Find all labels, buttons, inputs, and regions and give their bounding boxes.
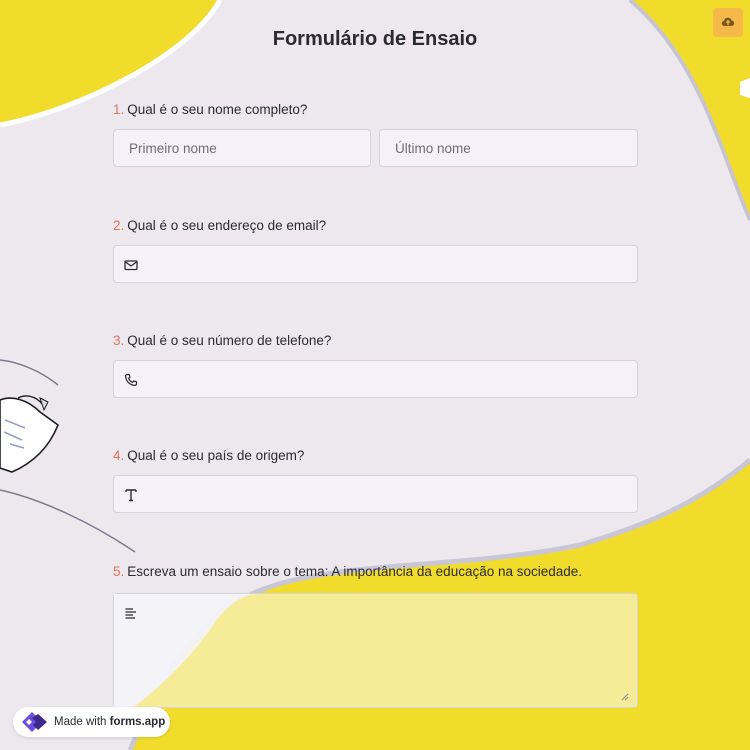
question-text: Qual é o seu endereço de email?	[127, 218, 327, 233]
text-type-icon	[125, 489, 137, 502]
paragraph-icon	[125, 608, 136, 619]
badge-prefix: Made with	[54, 716, 107, 728]
essay-textarea[interactable]	[113, 593, 638, 708]
question-number: 4.	[113, 448, 125, 463]
phone-field[interactable]	[113, 360, 638, 398]
first-name-field[interactable]: Primeiro nome	[113, 129, 371, 167]
question-label: 3. Qual é o seu número de telefone?	[113, 332, 638, 350]
question-label: 2. Qual é o seu endereço de email?	[113, 217, 638, 235]
tan-highlight	[114, 594, 637, 707]
question-text: Qual é o seu país de origem?	[127, 448, 305, 463]
question-number: 5.	[113, 564, 125, 579]
question-text: Qual é o seu número de telefone?	[127, 333, 332, 348]
email-field[interactable]	[113, 245, 638, 283]
question-essay: 5. Escreva um ensaio sobre o tema: A impo…	[113, 563, 638, 708]
question-text: Escreva um ensaio sobre o tema: A import…	[127, 564, 583, 579]
question-full-name: 1. Qual é o seu nome completo? Primeiro n…	[113, 101, 638, 167]
form-title: Formulário de Ensaio	[272, 28, 478, 50]
made-with-badge[interactable]: Made with forms.app	[13, 707, 170, 737]
question-number: 3.	[113, 333, 125, 348]
last-name-field[interactable]: Último nome	[379, 129, 638, 167]
phone-icon	[124, 373, 138, 387]
question-label: 5. Escreva um ensaio sobre o tema: A impo…	[113, 563, 638, 581]
badge-brand: forms.app	[109, 716, 166, 728]
form-page: Formulário de Ensaio 1. Qual é o seu nome…	[0, 0, 750, 750]
resize-handle-icon[interactable]	[621, 693, 629, 701]
question-email: 2. Qual é o seu endereço de email?	[113, 217, 638, 283]
badge-label: Made with forms.app	[54, 707, 165, 737]
cloud-upload-icon	[721, 17, 735, 26]
question-text: Qual é o seu nome completo?	[127, 102, 308, 117]
question-number: 1.	[113, 102, 125, 117]
country-field[interactable]	[113, 475, 638, 513]
envelope-icon	[124, 260, 138, 271]
question-number: 2.	[113, 218, 125, 233]
question-country: 4. Qual é o seu país de origem?	[113, 447, 638, 513]
question-label: 1. Qual é o seu nome completo?	[113, 101, 638, 119]
question-label: 4. Qual é o seu país de origem?	[113, 447, 638, 465]
last-name-placeholder: Último nome	[395, 141, 471, 156]
forms-app-logo-icon	[22, 712, 47, 732]
question-phone: 3. Qual é o seu número de telefone?	[113, 332, 638, 398]
first-name-placeholder: Primeiro nome	[129, 141, 217, 156]
